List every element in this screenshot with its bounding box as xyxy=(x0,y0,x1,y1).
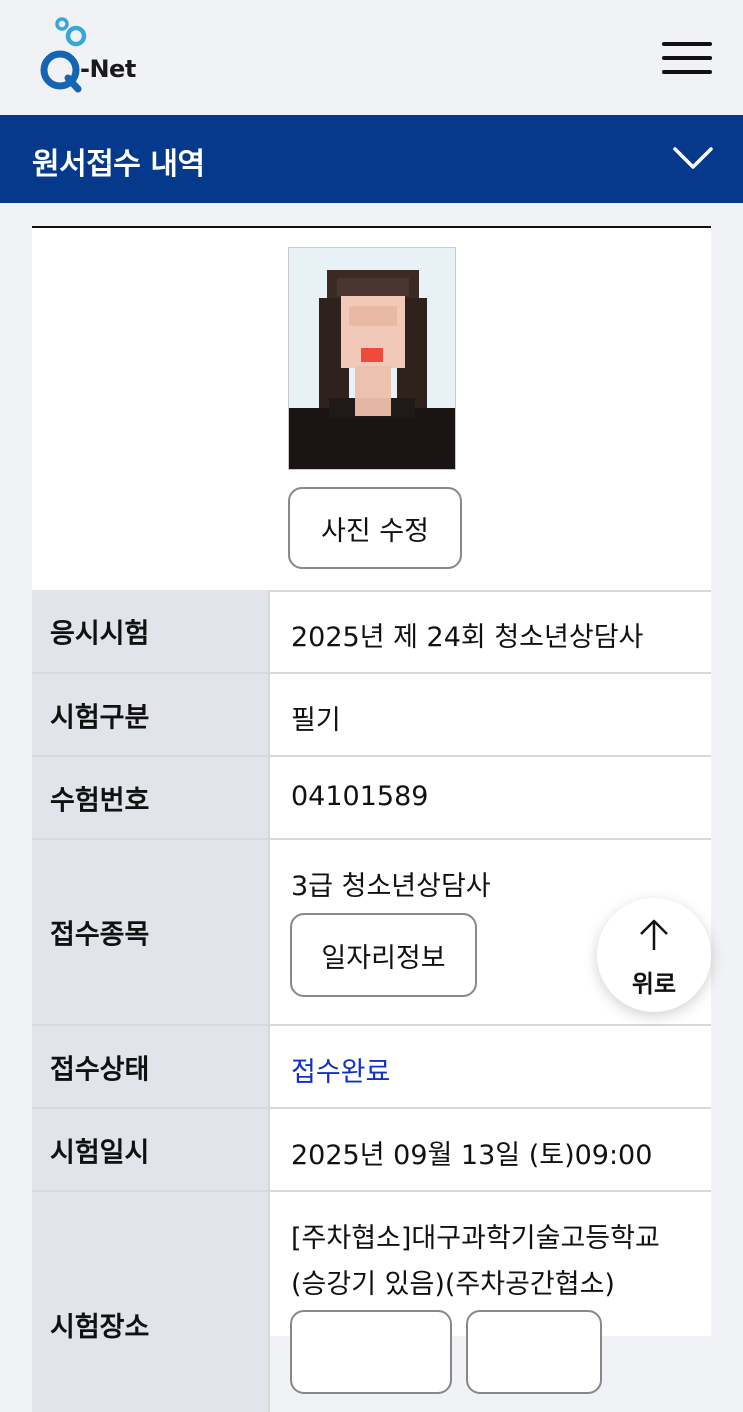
row-exam-location-label: 시험장소 xyxy=(50,1312,150,1343)
status-value: 접수완료 xyxy=(291,1057,391,1088)
row-exam-datetime-value: 2025년 09월 13일 (토)09:00 xyxy=(291,1140,653,1171)
row-subject-value: 3급 청소년상담사 xyxy=(291,871,491,902)
row-exam-type-value: 필기 xyxy=(291,705,341,736)
chevron-down-icon[interactable] xyxy=(672,145,714,171)
hamburger-menu-icon[interactable] xyxy=(662,40,712,76)
page-title: 원서접수 내역 xyxy=(32,147,205,182)
row-exam-number-label: 수험번호 xyxy=(50,785,150,816)
edit-photo-button[interactable]: 사진 수정 xyxy=(288,487,462,569)
application-detail-card: 사진 수정 응시시험 2025년 제 24회 청소년상담사 시험구분 필기 수험… xyxy=(32,226,711,1412)
applicant-photo xyxy=(288,247,456,470)
row-exam-datetime: 시험일시 2025년 09월 13일 (토)09:00 xyxy=(32,1109,711,1192)
row-exam-label: 응시시험 xyxy=(50,618,150,650)
row-exam-number: 수험번호 04101589 xyxy=(32,757,711,840)
page-title-bar[interactable]: 원서접수 내역 xyxy=(0,115,743,203)
row-exam-location-line1: [주차협소]대구과학기술고등학교 xyxy=(291,1223,660,1254)
row-exam: 응시시험 2025년 제 24회 청소년상담사 xyxy=(32,590,711,674)
row-exam-number-value: 04101589 xyxy=(291,781,429,812)
row-exam-label-cell: 응시시험 xyxy=(32,590,270,672)
row-subject-label: 접수종목 xyxy=(50,919,150,951)
row-subject-label-cell: 접수종목 xyxy=(32,840,270,1024)
row-exam-value: 2025년 제 24회 청소년상담사 xyxy=(291,622,644,653)
scroll-top-label: 위로 xyxy=(631,970,677,998)
row-exam-type-label-cell: 시험구분 xyxy=(32,674,270,755)
job-info-button[interactable]: 일자리정보 xyxy=(290,913,477,997)
row-status-label-cell: 접수상태 xyxy=(32,1026,270,1107)
applicant-photo-image xyxy=(289,248,455,469)
location-map-button[interactable] xyxy=(290,1310,452,1394)
photo-section: 사진 수정 xyxy=(32,228,711,592)
row-exam-type: 시험구분 필기 xyxy=(32,674,711,757)
location-info-button[interactable] xyxy=(466,1310,602,1394)
row-exam-datetime-label: 시험일시 xyxy=(50,1137,150,1168)
arrow-up-icon xyxy=(640,919,668,950)
logo-text: -Net xyxy=(80,55,136,83)
row-exam-location-line2: (승강기 있음)(주차공간협소) xyxy=(291,1269,615,1300)
row-status-label: 접수상태 xyxy=(50,1054,150,1085)
row-status: 접수상태 접수완료 xyxy=(32,1026,711,1109)
row-exam-location: 시험장소 [주차협소]대구과학기술고등학교 (승강기 있음)(주차공간협소) xyxy=(32,1192,711,1412)
row-exam-location-label-cell: 시험장소 xyxy=(32,1192,270,1412)
row-exam-number-label-cell: 수험번호 xyxy=(32,757,270,838)
app-header: -Net xyxy=(0,0,743,115)
row-exam-type-label: 시험구분 xyxy=(50,702,150,733)
scroll-top-button[interactable]: 위로 xyxy=(597,898,711,1012)
row-exam-datetime-label-cell: 시험일시 xyxy=(32,1109,270,1190)
